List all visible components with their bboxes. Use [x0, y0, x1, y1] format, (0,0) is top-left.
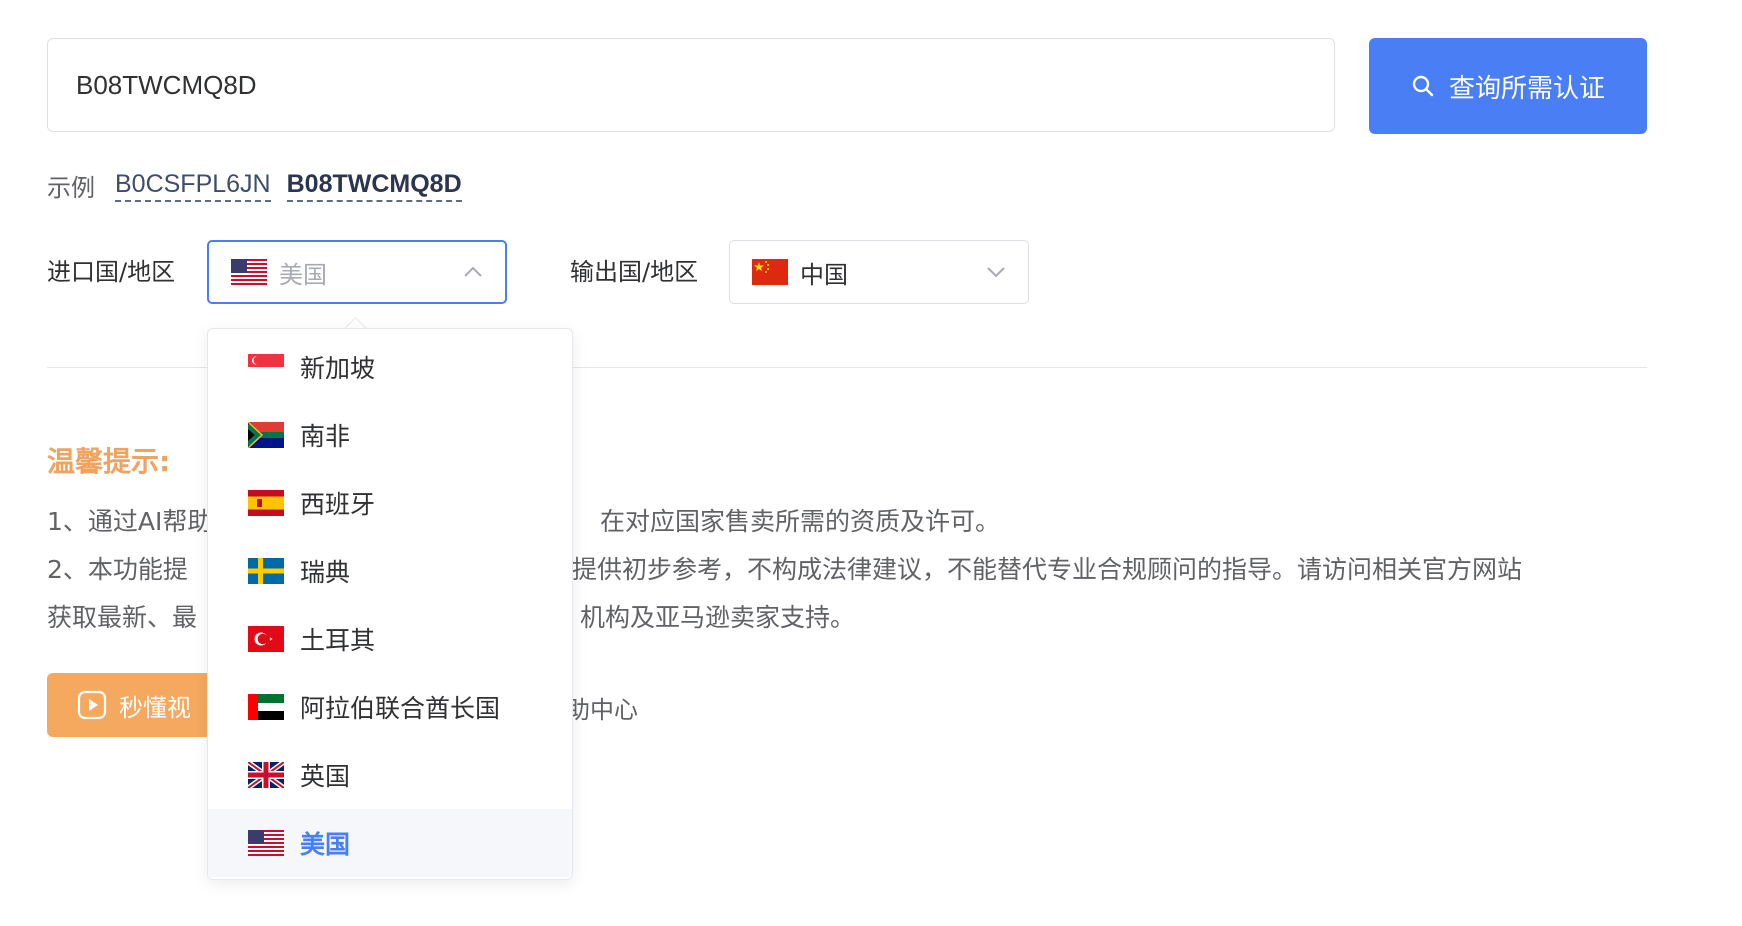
- export-country-select[interactable]: 中国: [729, 240, 1029, 304]
- query-certification-button[interactable]: 查询所需认证: [1369, 38, 1647, 134]
- asin-search-input[interactable]: [47, 38, 1335, 132]
- se-flag-icon: [248, 558, 284, 584]
- example-label: 示例: [47, 174, 95, 202]
- country-option-label: 土耳其: [300, 626, 376, 655]
- country-option[interactable]: 新加坡: [208, 333, 572, 401]
- example-row: 示例 B0CSFPL6JN B08TWCMQ8D: [47, 168, 478, 203]
- chevron-down-icon: [987, 267, 1005, 278]
- import-country-select[interactable]: 美国: [207, 240, 507, 304]
- country-option-label: 瑞典: [300, 558, 351, 587]
- us-flag-icon: [248, 830, 284, 856]
- example-asin-link[interactable]: B0CSFPL6JN: [115, 170, 271, 202]
- import-country-label: 进口国/地区: [47, 258, 176, 286]
- country-option[interactable]: 英国: [208, 741, 572, 809]
- country-option-selected[interactable]: 美国: [208, 809, 572, 877]
- tip-line-3: 获取最新、最: [47, 603, 198, 632]
- country-option[interactable]: 南非: [208, 401, 572, 469]
- video-button-label: 秒懂视: [119, 693, 191, 722]
- sg-flag-icon: [248, 354, 284, 380]
- tip-line-1: 1、通过AI帮助: [47, 507, 213, 536]
- import-country-value: 美国: [279, 260, 327, 289]
- country-option-label: 南非: [300, 422, 351, 451]
- country-option-label: 西班牙: [300, 490, 376, 519]
- help-center-link[interactable]: 助中心: [566, 690, 638, 725]
- za-flag-icon: [248, 422, 284, 448]
- search-icon: [1412, 75, 1434, 97]
- country-option-label: 阿拉伯联合酋长国: [300, 694, 501, 723]
- us-flag-icon: [231, 259, 267, 285]
- country-dropdown: 新加坡 南非 西班牙 瑞典 土耳其 阿拉伯联合酋长国 英国 美国: [207, 328, 573, 880]
- tip-line-1-end: 在对应国家售卖所需的资质及许可。: [600, 507, 1001, 536]
- export-country-value: 中国: [800, 260, 848, 289]
- country-option[interactable]: 阿拉伯联合酋长国: [208, 673, 572, 741]
- country-option-label: 新加坡: [300, 354, 376, 383]
- tr-flag-icon: [248, 626, 284, 652]
- play-icon: [77, 690, 107, 720]
- ae-flag-icon: [248, 694, 284, 720]
- gb-flag-icon: [248, 762, 284, 788]
- country-option[interactable]: 土耳其: [208, 605, 572, 673]
- tip-line-2: 2、本功能提: [47, 555, 188, 584]
- country-option[interactable]: 西班牙: [208, 469, 572, 537]
- country-option-label: 英国: [300, 762, 351, 791]
- query-button-label: 查询所需认证: [1448, 73, 1605, 104]
- country-option-label: 美国: [300, 830, 351, 859]
- es-flag-icon: [248, 490, 284, 516]
- country-option[interactable]: 瑞典: [208, 537, 572, 605]
- tip-line-2-end: 提供初步参考，不构成法律建议，不能替代专业合规顾问的指导。请访问相关官方网站: [572, 555, 1523, 584]
- example-asin-link[interactable]: B08TWCMQ8D: [286, 170, 462, 202]
- chevron-up-icon: [464, 266, 482, 277]
- cn-flag-icon: [752, 259, 788, 285]
- export-country-label: 输出国/地区: [570, 258, 699, 286]
- tip-line-3-end: 机构及亚马逊卖家支持。: [580, 603, 856, 632]
- tips-title: 温馨提示:: [47, 445, 171, 478]
